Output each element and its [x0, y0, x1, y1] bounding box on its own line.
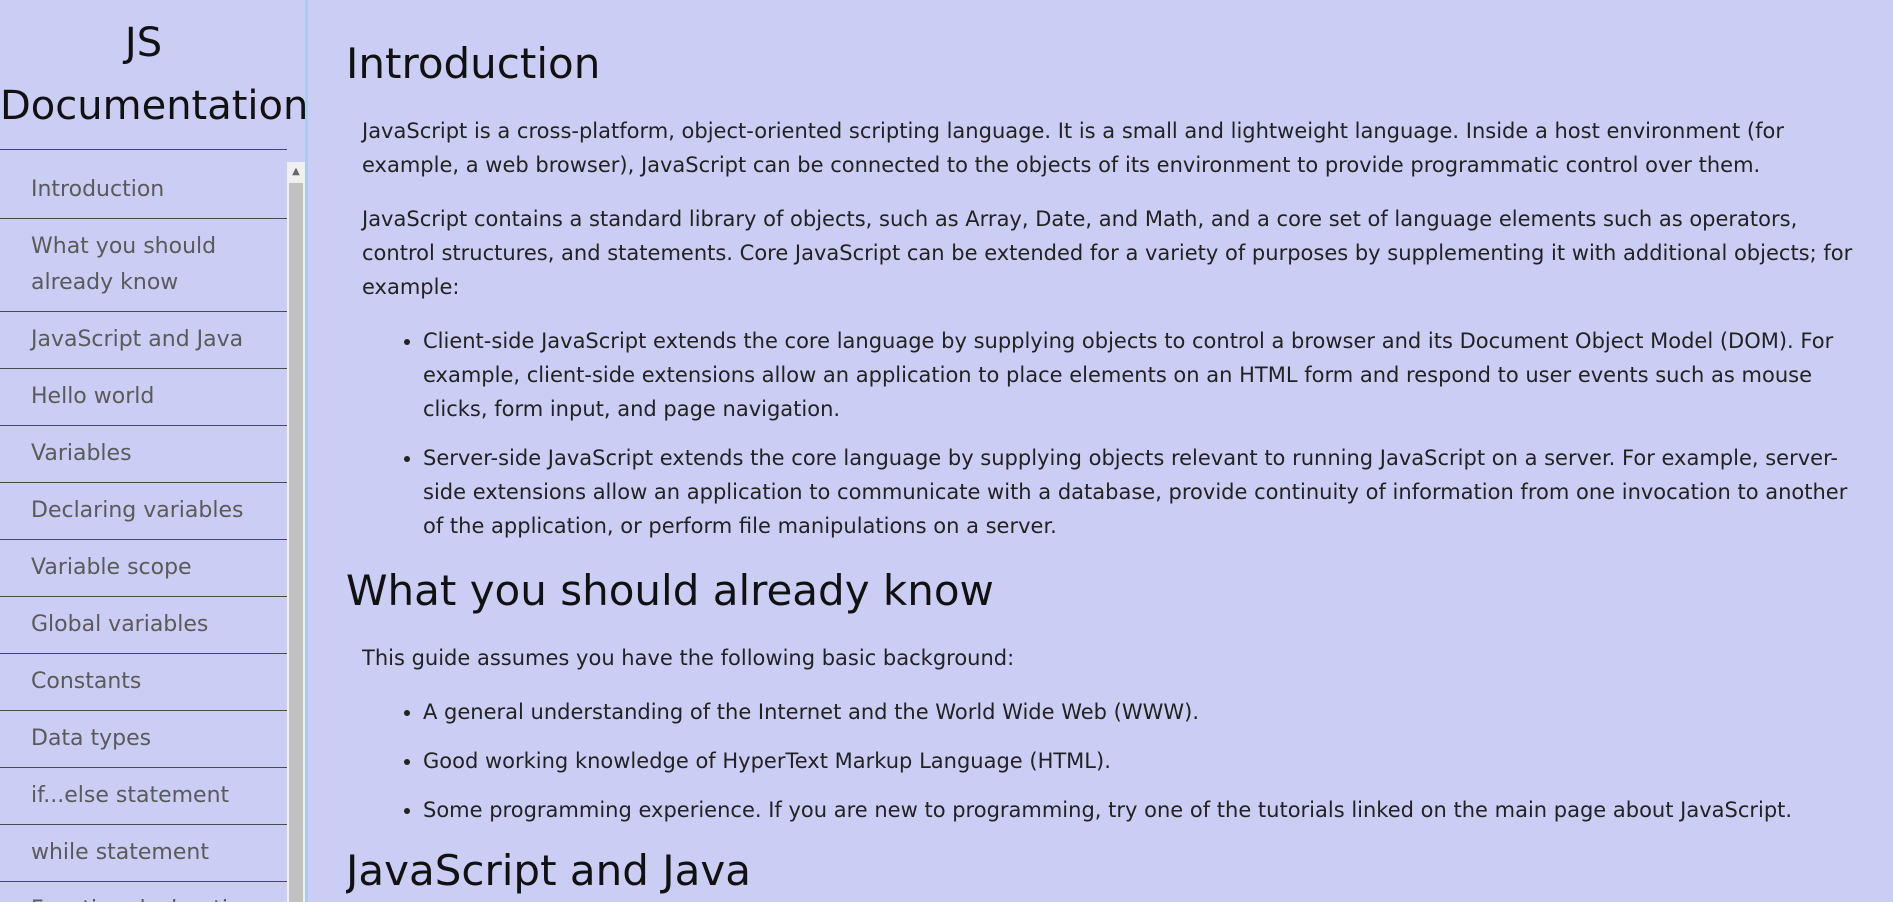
scroll-thumb[interactable] [289, 183, 303, 902]
nav-link-introduction[interactable]: Introduction [0, 162, 287, 219]
sidebar-title: JS Documentation [0, 0, 308, 150]
nav-link-if-else-statement[interactable]: if...else statement [0, 768, 287, 825]
section-list: A general understanding of the Internet … [362, 695, 1866, 827]
section-what-you-should-already-know: What you should already know This guide … [346, 565, 1866, 827]
section-paragraph: JavaScript is a cross-platform, object-o… [362, 119, 1784, 177]
nav-link-global-variables[interactable]: Global variables [0, 597, 287, 654]
nav-link-constants[interactable]: Constants [0, 654, 287, 711]
nav-list: Introduction What you should already kno… [0, 162, 287, 902]
nav-link-declaring-variables[interactable]: Declaring variables [0, 483, 287, 540]
nav-link-what-you-should-already-know[interactable]: What you should already know [0, 219, 287, 312]
nav-link-javascript-and-java[interactable]: JavaScript and Java [0, 312, 287, 369]
app-window: JS Documentation Introduction What you s… [0, 0, 1893, 902]
list-item: Client-side JavaScript extends the core … [423, 324, 1866, 426]
scroll-up-arrow-icon[interactable]: ▲ [287, 162, 305, 180]
section-paragraph: JavaScript contains a standard library o… [362, 207, 1853, 299]
list-item: Server-side JavaScript extends the core … [423, 441, 1866, 543]
nav-link-hello-world[interactable]: Hello world [0, 369, 287, 426]
list-item: Some programming experience. If you are … [423, 793, 1866, 827]
navbar: JS Documentation Introduction What you s… [0, 0, 308, 902]
section-title-introduction: Introduction [346, 39, 601, 88]
nav-list-container: Introduction What you should already kno… [0, 162, 287, 902]
nav-scrollbar[interactable]: ▲ [287, 162, 305, 902]
list-item: A general understanding of the Internet … [423, 695, 1866, 729]
nav-link-variables[interactable]: Variables [0, 426, 287, 483]
nav-link-data-types[interactable]: Data types [0, 711, 287, 768]
section-introduction: Introduction JavaScript is a cross-platf… [346, 38, 1866, 543]
main-doc: Introduction JavaScript is a cross-platf… [346, 0, 1866, 902]
section-list: Client-side JavaScript extends the core … [362, 324, 1866, 543]
section-paragraph: This guide assumes you have the followin… [362, 646, 1015, 670]
nav-link-while-statement[interactable]: while statement [0, 825, 287, 882]
section-title-javascript-and-java: JavaScript and Java [346, 846, 751, 895]
nav-link-function-declarations[interactable]: Function declarations [0, 882, 287, 902]
section-javascript-and-java: JavaScript and Java [346, 845, 1866, 897]
list-item: Good working knowledge of HyperText Mark… [423, 744, 1866, 778]
section-title-what-you-should-already-know: What you should already know [346, 566, 994, 615]
nav-link-variable-scope[interactable]: Variable scope [0, 540, 287, 597]
